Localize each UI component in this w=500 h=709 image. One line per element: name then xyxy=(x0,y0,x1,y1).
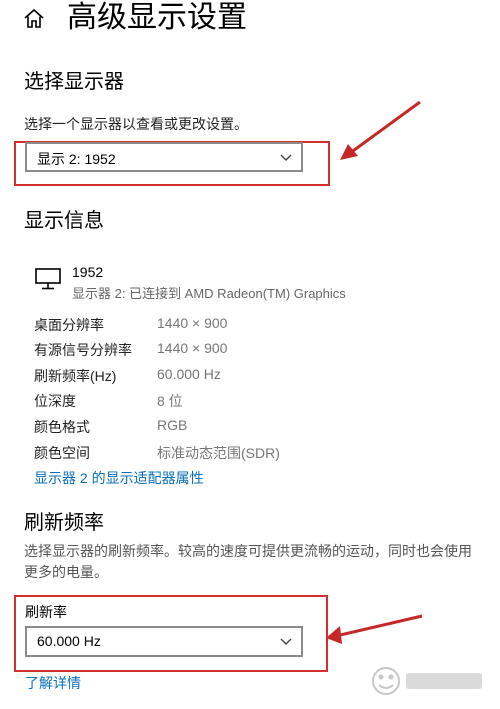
refresh-rate-value: 60.000 Hz xyxy=(37,633,101,649)
chevron-down-icon xyxy=(280,638,292,645)
info-value: 60.000 Hz xyxy=(157,366,221,382)
display-select-dropdown[interactable]: 显示 2: 1952 xyxy=(25,142,303,172)
info-value: 1440 × 900 xyxy=(157,340,228,356)
monitor-connection: 显示器 2: 已连接到 AMD Radeon(TM) Graphics xyxy=(72,286,346,301)
info-value: RGB xyxy=(157,417,188,433)
red-arrow-icon xyxy=(326,614,423,644)
info-label: 颜色格式 xyxy=(34,419,90,435)
info-label: 桌面分辨率 xyxy=(34,317,104,333)
select-display-title: 选择显示器 xyxy=(24,71,124,93)
refresh-rate-dropdown[interactable]: 60.000 Hz xyxy=(25,626,303,657)
info-label: 位深度 xyxy=(34,393,76,409)
info-label: 颜色空间 xyxy=(34,445,90,461)
select-display-description: 选择一个显示器以查看或更改设置。 xyxy=(24,116,248,132)
display-info-title: 显示信息 xyxy=(24,210,104,232)
home-icon[interactable] xyxy=(22,7,46,31)
refresh-description-line2: 更多的电量。 xyxy=(24,564,108,580)
learn-more-link[interactable]: 了解详情 xyxy=(25,673,81,693)
chevron-down-icon xyxy=(280,154,292,161)
info-label: 刷新频率(Hz) xyxy=(34,368,117,384)
info-label: 有源信号分辨率 xyxy=(34,342,132,358)
display-select-value: 显示 2: 1952 xyxy=(37,151,116,167)
monitor-icon xyxy=(35,268,61,290)
refresh-rate-label: 刷新率 xyxy=(25,604,67,620)
info-value: 标准动态范围(SDR) xyxy=(157,445,280,461)
refresh-rate-title: 刷新频率 xyxy=(24,512,104,534)
page-title: 高级显示设置 xyxy=(67,1,247,34)
refresh-description-line1: 选择显示器的刷新频率。较高的速度可提供更流畅的运动，同时也会使用 xyxy=(24,543,472,559)
watermark-logo xyxy=(372,667,482,695)
monitor-name: 1952 xyxy=(72,264,104,280)
info-value: 1440 × 900 xyxy=(157,315,228,331)
adapter-properties-link[interactable]: 显示器 2 的显示适配器属性 xyxy=(34,468,204,488)
info-value: 8 位 xyxy=(157,393,183,409)
red-arrow-icon xyxy=(340,100,421,160)
